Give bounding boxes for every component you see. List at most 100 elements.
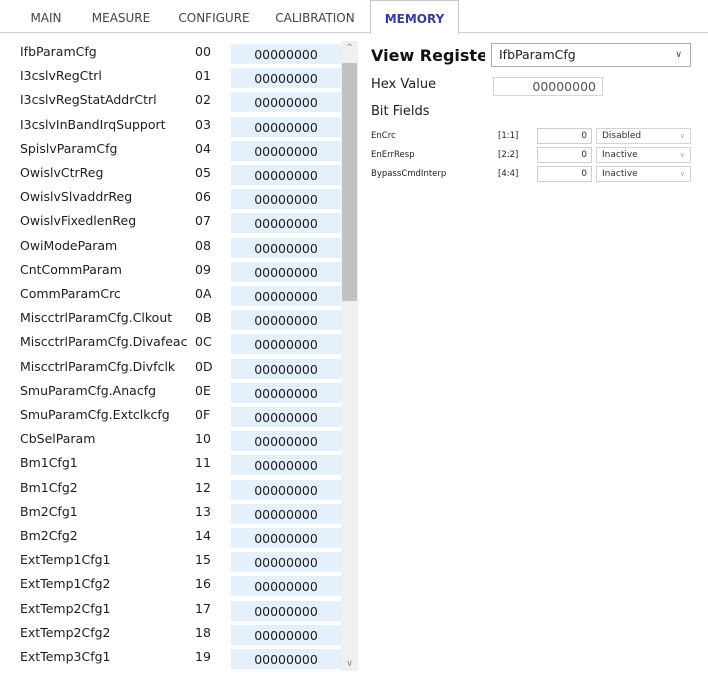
register-row[interactable]: ExtTemp3Cfg1 19 00000000 xyxy=(20,646,360,670)
register-row[interactable]: SmuParamCfg.Extclkcfg 0F 00000000 xyxy=(20,404,360,428)
register-row[interactable]: I3cslvInBandIrqSupport 03 00000000 xyxy=(20,114,360,138)
register-name: MiscctrlParamCfg.Clkout xyxy=(20,310,173,326)
hex-value-field[interactable]: 00000000 xyxy=(493,77,603,96)
register-value-field[interactable]: 00000000 xyxy=(231,528,341,548)
register-value-field[interactable]: 00000000 xyxy=(231,600,341,621)
register-row[interactable]: CommParamCrc 0A 00000000 xyxy=(20,283,360,307)
bit-field-state: Inactive xyxy=(602,169,638,179)
bit-field-value-input[interactable]: 0 xyxy=(537,166,592,182)
register-name: MiscctrlParamCfg.Divfclk xyxy=(20,358,176,374)
register-row[interactable]: MiscctrlParamCfg.Clkout 0B 00000000 xyxy=(20,307,360,331)
register-address: 13 xyxy=(195,503,211,519)
register-name: ExtTemp2Cfg1 xyxy=(20,600,111,616)
bit-field-row: EnErrResp [2:2] 0 Inactive ∨ xyxy=(371,146,701,164)
register-address: 0E xyxy=(195,382,211,398)
register-value-field[interactable]: 00000000 xyxy=(231,407,341,427)
register-value-field[interactable]: 00000000 xyxy=(231,189,341,210)
bit-field-state-select[interactable]: Inactive ∨ xyxy=(596,147,691,163)
register-row[interactable]: Bm1Cfg2 12 00000000 xyxy=(20,477,360,501)
register-value-field[interactable]: 00000000 xyxy=(231,479,341,500)
tab-calibration[interactable]: CALIBRATION xyxy=(266,0,364,33)
tab-memory[interactable]: MEMORY xyxy=(370,0,459,34)
bit-field-range: [2:2] xyxy=(498,150,519,160)
register-row[interactable]: SmuParamCfg.Anacfg 0E 00000000 xyxy=(20,380,360,404)
register-row[interactable]: Bm2Cfg2 14 00000000 xyxy=(20,525,360,549)
register-address: 02 xyxy=(195,92,211,108)
register-name: I3cslvRegStatAddrCtrl xyxy=(20,92,157,108)
register-row[interactable]: IfbParamCfg 00 00000000 xyxy=(20,41,360,65)
register-row[interactable]: OwiModeParam 08 00000000 xyxy=(20,235,360,259)
register-row[interactable]: I3cslvRegStatAddrCtrl 02 00000000 xyxy=(20,89,360,113)
register-row[interactable]: CbSelParam 10 00000000 xyxy=(20,428,360,452)
register-list-scrollbar[interactable]: ^ ∨ xyxy=(341,41,358,671)
register-value-field[interactable]: 00000000 xyxy=(231,358,341,379)
register-value-field[interactable]: 00000000 xyxy=(231,116,341,137)
register-row[interactable]: Bm2Cfg1 13 00000000 xyxy=(20,501,360,525)
scrollbar-thumb[interactable] xyxy=(342,63,357,301)
bit-field-state: Inactive xyxy=(602,150,638,160)
bit-field-value-input[interactable]: 0 xyxy=(537,128,592,144)
register-value-field[interactable]: 00000000 xyxy=(231,624,341,645)
chevron-up-icon[interactable]: ^ xyxy=(341,43,358,53)
register-row[interactable]: MiscctrlParamCfg.Divfclk 0D 00000000 xyxy=(20,356,360,380)
register-name: OwislvFixedlenReg xyxy=(20,213,137,229)
bit-fields-label: Bit Fields xyxy=(371,104,430,119)
tab-main[interactable]: MAIN xyxy=(20,0,72,33)
bit-field-range: [4:4] xyxy=(498,169,519,179)
register-value-field[interactable]: 00000000 xyxy=(231,261,341,282)
register-address: 0D xyxy=(195,358,213,374)
bit-field-state-select[interactable]: Disabled ∨ xyxy=(596,128,691,144)
register-name: SmuParamCfg.Extclkcfg xyxy=(20,407,170,422)
bit-field-value-input[interactable]: 0 xyxy=(537,147,592,163)
register-row[interactable]: Bm1Cfg1 11 00000000 xyxy=(20,452,360,476)
register-row[interactable]: ExtTemp2Cfg2 18 00000000 xyxy=(20,622,360,646)
chevron-down-icon: ∨ xyxy=(679,132,685,140)
bit-field-name: BypassCmdInterp xyxy=(371,169,447,179)
tab-configure[interactable]: CONFIGURE xyxy=(170,0,258,33)
bit-field-name: EnCrc xyxy=(371,131,396,141)
register-value-field[interactable]: 00000000 xyxy=(231,431,341,452)
register-name: I3cslvInBandIrqSupport xyxy=(20,116,166,132)
register-row[interactable]: ExtTemp2Cfg1 17 00000000 xyxy=(20,598,360,622)
register-value-field[interactable]: 00000000 xyxy=(231,334,341,355)
register-name: MiscctrlParamCfg.Divafeac xyxy=(20,334,188,350)
register-name: Bm1Cfg1 xyxy=(20,455,78,471)
register-value-field[interactable]: 00000000 xyxy=(231,310,341,331)
chevron-down-icon[interactable]: ∨ xyxy=(341,659,358,669)
register-address: 19 xyxy=(195,649,211,664)
tab-measure[interactable]: MEASURE xyxy=(84,0,158,33)
register-value-field[interactable]: 00000000 xyxy=(231,92,341,113)
register-value-field[interactable]: 00000000 xyxy=(231,44,341,64)
register-value-field[interactable]: 00000000 xyxy=(231,649,341,669)
register-value-field[interactable]: 00000000 xyxy=(231,213,341,234)
register-row[interactable]: CntCommParam 09 00000000 xyxy=(20,259,360,283)
register-value-field[interactable]: 00000000 xyxy=(231,382,341,403)
register-address: 10 xyxy=(195,431,211,447)
register-row[interactable]: OwislvFixedlenReg 07 00000000 xyxy=(20,210,360,234)
bit-field-state-select[interactable]: Inactive ∨ xyxy=(596,166,691,182)
register-value-field[interactable]: 00000000 xyxy=(231,237,341,258)
register-name: IfbParamCfg xyxy=(20,44,97,59)
register-value-field[interactable]: 00000000 xyxy=(231,165,341,185)
register-value-field[interactable]: 00000000 xyxy=(231,286,341,306)
register-row[interactable]: ExtTemp1Cfg1 15 00000000 xyxy=(20,549,360,573)
register-address: 08 xyxy=(195,237,211,253)
register-select[interactable]: IfbParamCfg ∨ xyxy=(491,43,691,67)
register-value-field[interactable]: 00000000 xyxy=(231,68,341,89)
register-row[interactable]: SpislvParamCfg 04 00000000 xyxy=(20,138,360,162)
register-value-field[interactable]: 00000000 xyxy=(231,455,341,476)
register-name: CommParamCrc xyxy=(20,286,121,301)
register-value-field[interactable]: 00000000 xyxy=(231,140,341,161)
register-row[interactable]: OwislvCtrReg 05 00000000 xyxy=(20,162,360,186)
register-value-field[interactable]: 00000000 xyxy=(231,552,341,573)
register-address: 11 xyxy=(195,455,211,471)
register-row[interactable]: I3cslvRegCtrl 01 00000000 xyxy=(20,65,360,89)
register-address: 15 xyxy=(195,552,211,568)
register-name: CntCommParam xyxy=(20,261,122,277)
register-row[interactable]: MiscctrlParamCfg.Divafeac 0C 00000000 xyxy=(20,331,360,355)
register-address: 09 xyxy=(195,261,211,277)
register-row[interactable]: ExtTemp1Cfg2 16 00000000 xyxy=(20,573,360,597)
register-row[interactable]: OwislvSlvaddrReg 06 00000000 xyxy=(20,186,360,210)
register-value-field[interactable]: 00000000 xyxy=(231,503,341,524)
register-value-field[interactable]: 00000000 xyxy=(231,576,341,597)
